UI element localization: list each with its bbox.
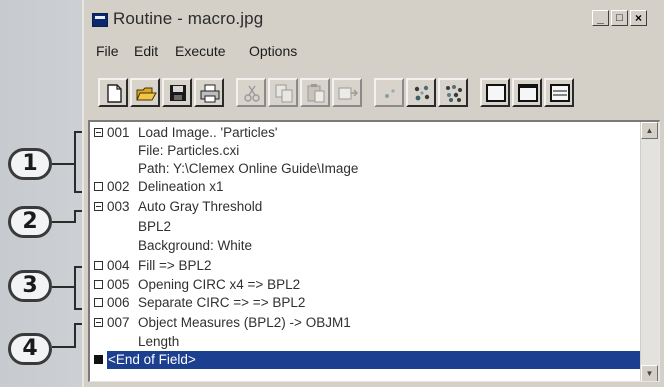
save-button[interactable] [162,78,192,107]
toolbar [84,68,664,112]
open-folder-icon [136,87,157,101]
new-document-button[interactable] [98,78,128,107]
callout-1: 1 [8,148,52,180]
insert-icon [338,87,358,100]
step-icon [385,89,395,98]
vertical-scrollbar[interactable]: ▲ ▼ [640,122,659,381]
single-pane-button[interactable] [480,78,510,107]
list-item[interactable]: Length [90,333,640,351]
title-bar[interactable]: Routine - macro.jpg _ □ × [84,6,664,32]
callout-4-connector [52,346,76,348]
split-pane-button[interactable] [512,78,542,107]
list-item[interactable]: 006 Separate CIRC => => BPL2 [90,294,640,312]
list-item[interactable]: 004 Fill => BPL2 [90,257,640,275]
new-document-icon [107,84,122,103]
close-button[interactable]: × [630,10,647,26]
run-button[interactable] [406,78,436,107]
collapse-icon[interactable] [94,128,103,137]
step-box-icon[interactable] [94,182,103,191]
single-pane-icon [486,84,506,102]
collapse-icon[interactable] [94,318,103,327]
callout-3: 3 [8,270,52,302]
step-box-icon[interactable] [94,261,103,270]
menu-options[interactable]: Options [249,43,297,59]
print-icon [200,84,220,103]
open-button[interactable] [130,78,160,107]
list-item[interactable]: 005 Opening CIRC x4 => BPL2 [90,276,640,294]
insert-button[interactable] [332,78,362,107]
menu-bar: File Edit Execute Options [84,40,664,62]
end-of-field-label: <End of Field> [108,352,196,367]
menu-edit[interactable]: Edit [134,43,158,59]
run-all-button[interactable] [438,78,468,107]
end-of-field-item[interactable]: <End of Field> [90,351,642,369]
paste-icon [307,84,325,103]
routine-list[interactable]: 001 Load Image.. 'Particles' File: Parti… [88,120,660,382]
current-step-icon [94,355,103,364]
callout-4: 4 [8,333,52,365]
copy-icon [275,84,293,103]
window-title: Routine - macro.jpg [113,9,264,28]
callout-2: 2 [8,206,52,238]
list-pane-button[interactable] [544,78,574,107]
step-box-icon[interactable] [94,298,103,307]
scroll-down-icon[interactable]: ▼ [641,365,658,381]
cut-button[interactable] [236,78,266,107]
cut-icon [244,85,260,102]
print-button[interactable] [194,78,224,107]
menu-file[interactable]: File [96,43,119,59]
callout-4-bracket-vert [74,323,76,347]
routine-window: Routine - macro.jpg _ □ × File Edit Exec… [82,0,664,387]
list-item[interactable]: 002 Delineation x1 [90,178,640,196]
run-icon [414,85,430,101]
list-item[interactable]: 003 Auto Gray Threshold [90,198,640,216]
list-item[interactable]: 007 Object Measures (BPL2) -> OBJM1 [90,314,640,332]
app-icon [92,13,108,27]
callout-2-connector [52,221,76,223]
list-item[interactable]: Path: Y:\Clemex Online Guide\Image [90,160,640,178]
list-item[interactable]: File: Particles.cxi [90,142,640,160]
copy-button[interactable] [268,78,298,107]
save-disk-icon [170,85,186,101]
collapse-icon[interactable] [94,202,103,211]
scroll-up-icon[interactable]: ▲ [641,122,658,139]
callout-3-connector [52,286,74,288]
maximize-button[interactable]: □ [611,10,628,26]
list-item[interactable]: Background: White [90,237,640,255]
callout-1-connector [52,163,74,165]
list-pane-icon [550,84,570,102]
minimize-button[interactable]: _ [592,10,609,26]
split-pane-icon [518,84,538,102]
run-all-icon [446,85,462,102]
paste-button[interactable] [300,78,330,107]
step-box-icon[interactable] [94,280,103,289]
step-button[interactable] [374,78,404,107]
list-item[interactable]: BPL2 [90,218,640,236]
list-item[interactable]: 001 Load Image.. 'Particles' [90,124,640,142]
menu-execute[interactable]: Execute [175,43,226,59]
